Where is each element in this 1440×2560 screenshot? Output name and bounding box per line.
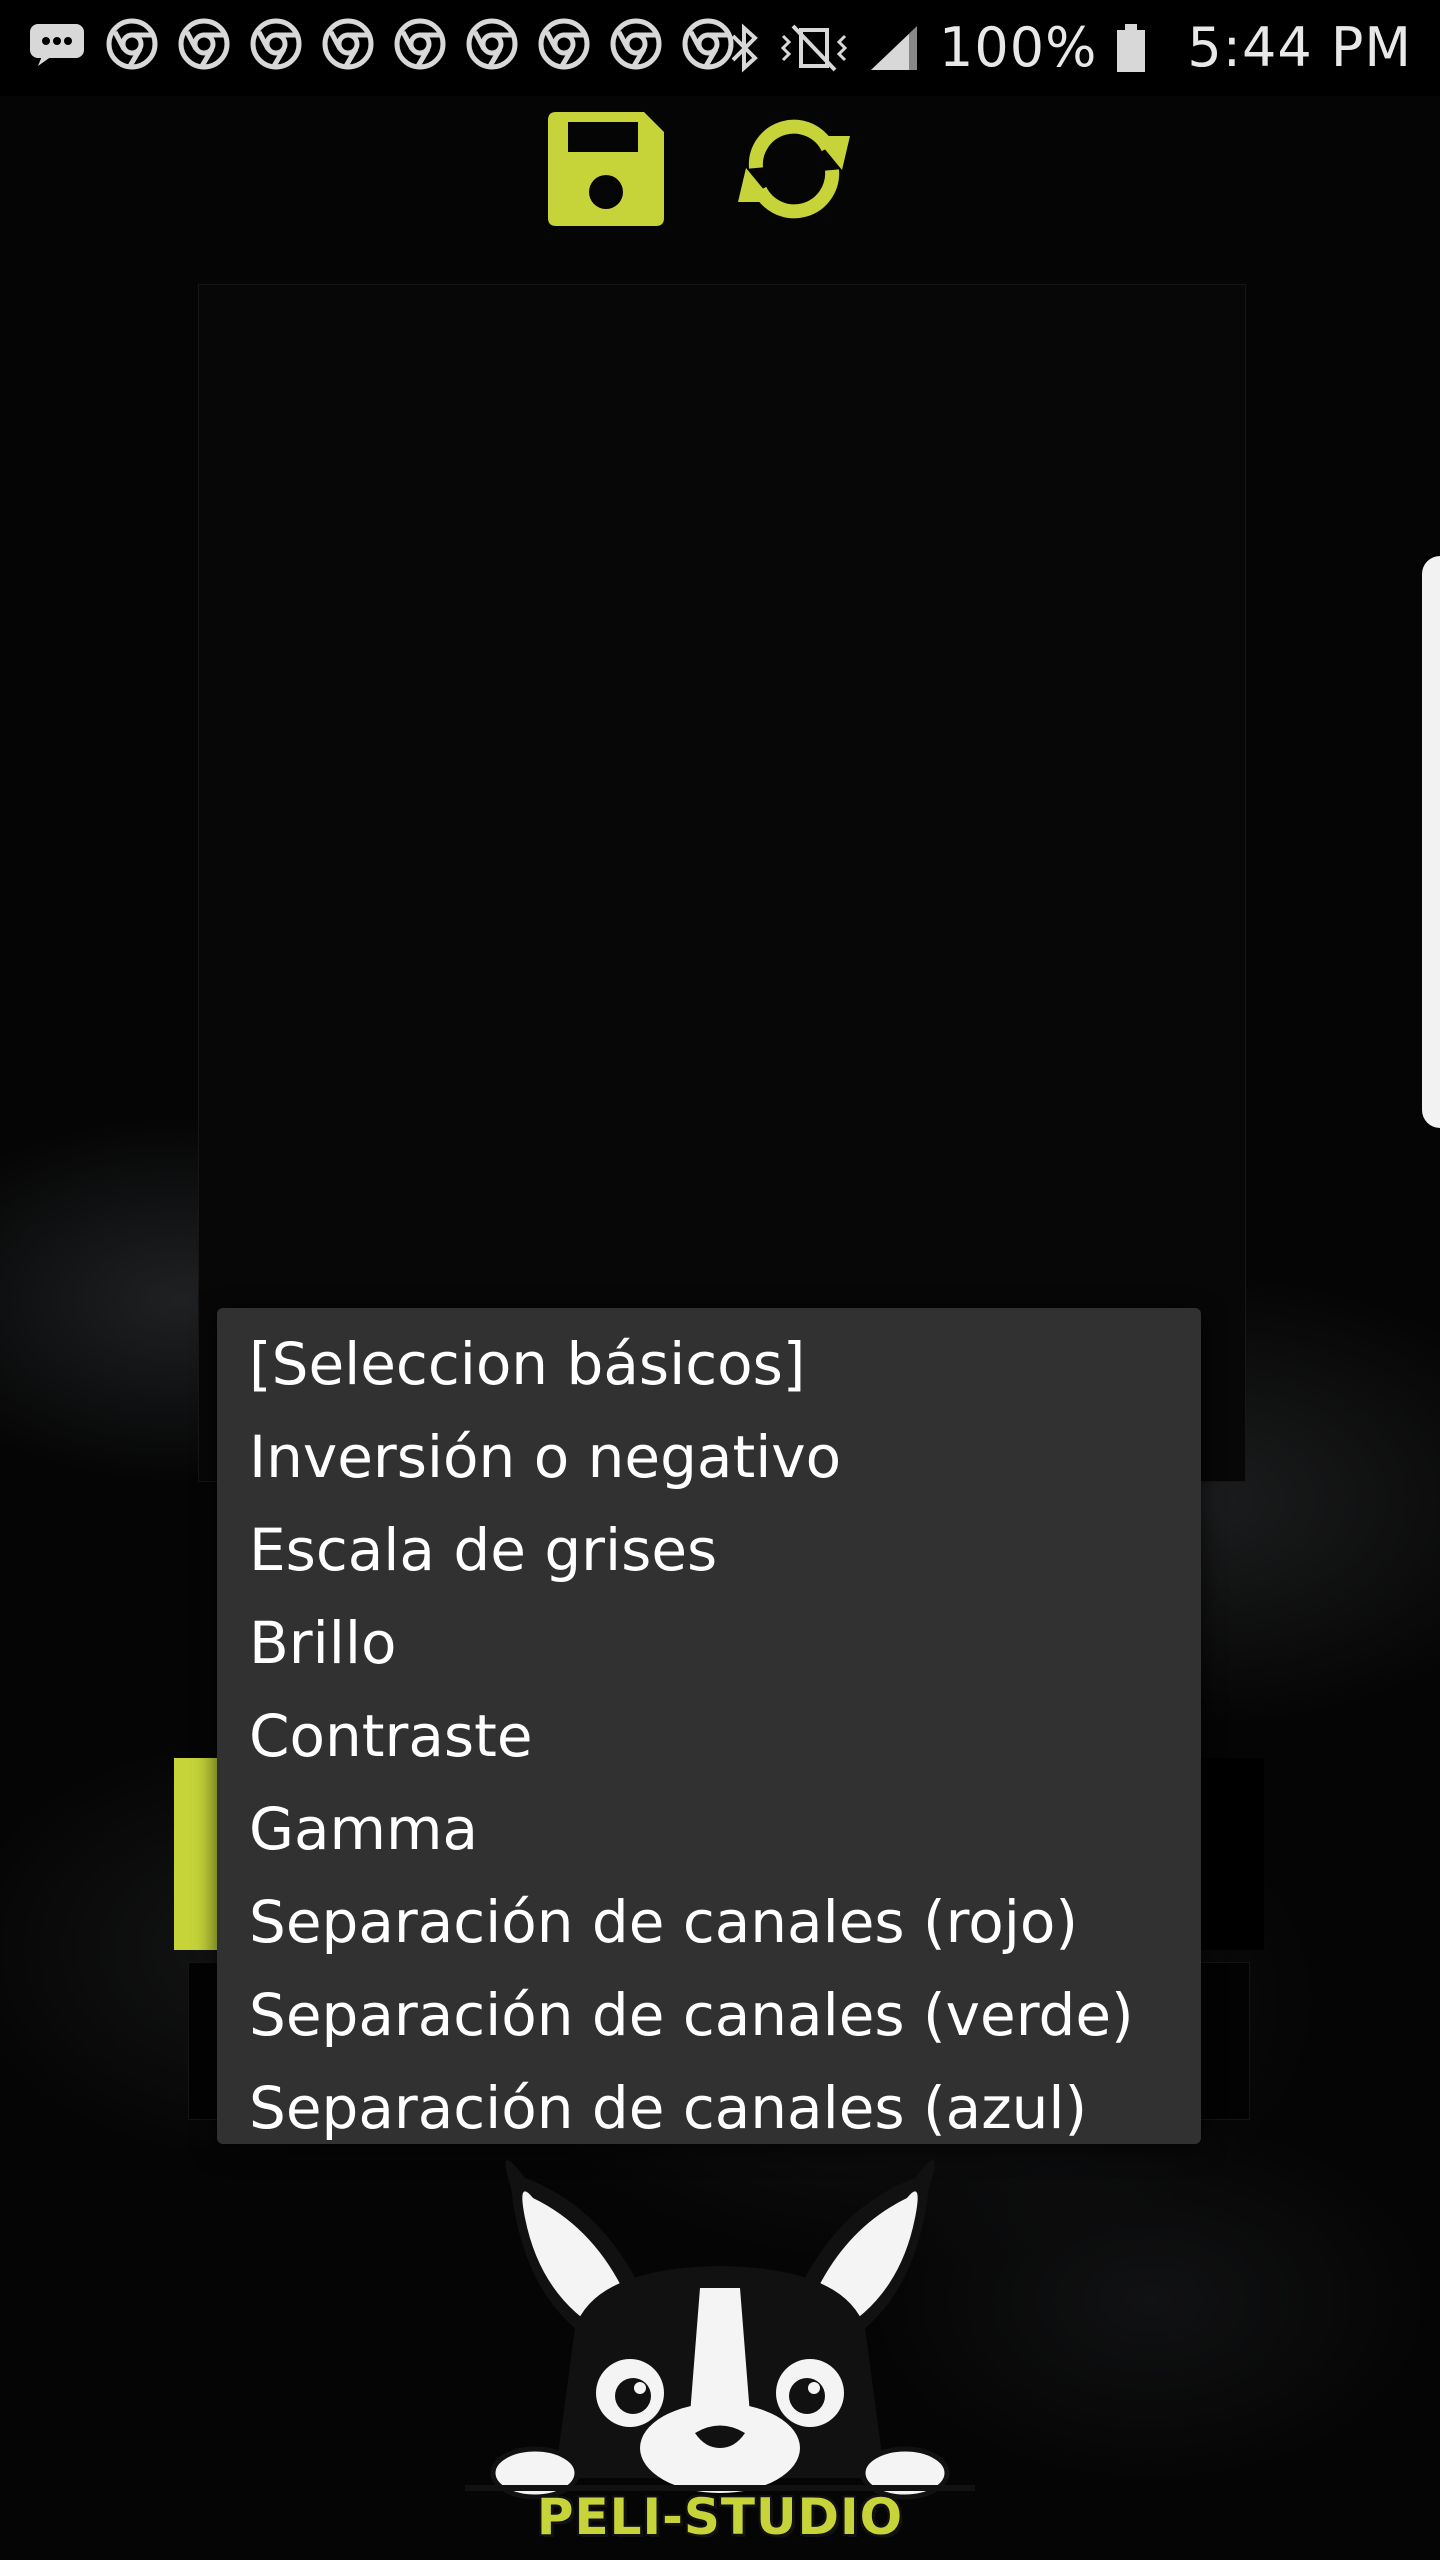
clock: 5:44 PM (1187, 16, 1412, 79)
dropdown-option[interactable]: Separación de canales (verde) (217, 1969, 1201, 2062)
system-icons: 100% 5:44 PM (727, 16, 1412, 79)
peli-studio-logo: PELI-STUDIO (455, 2148, 985, 2560)
sync-refresh-icon (738, 119, 850, 219)
refresh-button[interactable] (724, 114, 864, 228)
battery-icon (1117, 23, 1146, 72)
battery-percent: 100% (939, 16, 1098, 79)
chrome-icon (106, 18, 158, 70)
chrome-icon (178, 18, 230, 70)
edge-panel-handle[interactable] (1422, 556, 1440, 1128)
chrome-icon (250, 18, 302, 70)
french-bulldog-logo (465, 2160, 975, 2500)
dropdown-option[interactable]: Gamma (217, 1783, 1201, 1876)
dropdown-option[interactable]: Inversión o negativo (217, 1411, 1201, 1504)
dropdown-option[interactable]: Separación de canales (azul) (217, 2062, 1201, 2155)
vibrate-icon (780, 24, 848, 71)
chrome-icon (322, 18, 374, 70)
bluetooth-icon (731, 22, 758, 73)
chrome-icon (466, 18, 518, 70)
save-button[interactable] (548, 112, 664, 230)
dropdown-option[interactable]: Separación de canales (rojo) (217, 1876, 1201, 1969)
image-preview (198, 284, 1246, 1482)
dropdown-option[interactable]: Brillo (217, 1597, 1201, 1690)
notification-icons (28, 18, 734, 70)
signal-icon (871, 25, 918, 70)
filter-accent-bar (174, 1758, 218, 1950)
chrome-icon (538, 18, 590, 70)
status-bar: 100% 5:44 PM (0, 0, 1440, 96)
floppy-save-icon (548, 112, 664, 226)
dropdown-option[interactable]: [Seleccion básicos] (217, 1318, 1201, 1411)
message-icon (30, 24, 84, 66)
logo-text: PELI-STUDIO (536, 2488, 904, 2546)
chrome-icon (610, 18, 662, 70)
dropdown-option[interactable]: Escala de grises (217, 1504, 1201, 1597)
dropdown-option[interactable]: Contraste (217, 1690, 1201, 1783)
chrome-icon (394, 18, 446, 70)
filter-dropdown-menu[interactable]: [Seleccion básicos] Inversión o negativo… (217, 1308, 1201, 2144)
